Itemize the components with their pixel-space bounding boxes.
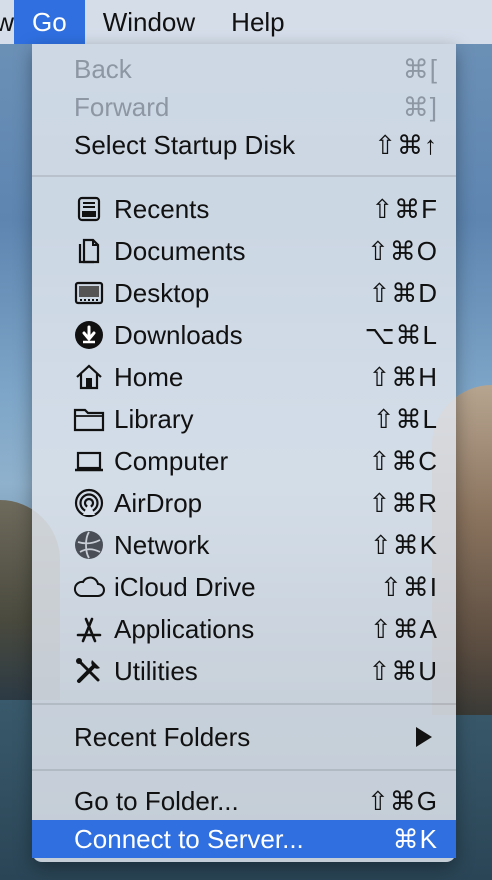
menu-item-downloads[interactable]: Downloads ⌥⌘L: [32, 314, 456, 356]
menubar-item-go[interactable]: Go: [14, 0, 85, 44]
menu-item-shortcut: ⇧⌘↑: [374, 129, 438, 160]
menu-item-shortcut: ⌘[: [402, 53, 438, 84]
menu-item-airdrop[interactable]: AirDrop ⇧⌘R: [32, 482, 456, 524]
menu-item-label: Documents: [114, 235, 246, 266]
menu-item-shortcut: ⇧⌘D: [368, 277, 438, 308]
menu-bar: w Go Window Help: [0, 0, 492, 44]
recents-icon: [72, 192, 106, 226]
menu-item-shortcut: ⇧⌘O: [366, 235, 438, 266]
documents-icon: [72, 234, 106, 268]
menu-item-documents[interactable]: Documents ⇧⌘O: [32, 230, 456, 272]
menu-item-shortcut: ⇧⌘A: [369, 613, 438, 644]
computer-icon: [72, 444, 106, 478]
menu-item-connect-to-server[interactable]: Connect to Server... ⌘K: [32, 820, 456, 858]
utilities-icon: [72, 654, 106, 688]
applications-icon: [72, 612, 106, 646]
menubar-item-window[interactable]: Window: [85, 0, 213, 44]
menu-item-shortcut: ⇧⌘I: [379, 571, 438, 602]
menu-item-label: Library: [114, 403, 194, 434]
menu-item-shortcut: ⌘K: [392, 823, 438, 854]
menu-item-label: Back: [74, 53, 132, 84]
menu-item-utilities[interactable]: Utilities ⇧⌘U: [32, 650, 456, 692]
menu-item-label: Go to Folder...: [74, 785, 239, 816]
downloads-icon: [72, 318, 106, 352]
desktop-icon: [72, 276, 106, 310]
menu-item-shortcut: ⇧⌘G: [366, 785, 438, 816]
menu-item-shortcut: ⇧⌘H: [368, 361, 438, 392]
menu-item-select-startup-disk[interactable]: Select Startup Disk ⇧⌘↑: [32, 126, 456, 164]
menu-item-network[interactable]: Network ⇧⌘K: [32, 524, 456, 566]
menu-item-recent-folders[interactable]: Recent Folders: [32, 716, 456, 758]
menu-item-forward[interactable]: Forward ⌘]: [32, 88, 456, 126]
go-menu: Back ⌘[ Forward ⌘] Select Startup Disk ⇧…: [32, 44, 456, 862]
menu-item-library[interactable]: Library ⇧⌘L: [32, 398, 456, 440]
menu-item-shortcut: ⌘]: [402, 91, 438, 122]
menu-item-shortcut: ⇧⌘R: [368, 487, 438, 518]
menu-item-label: Forward: [74, 91, 170, 122]
menu-item-label: Applications: [114, 613, 255, 644]
menu-item-shortcut: ⇧⌘F: [371, 193, 438, 224]
network-icon: [72, 528, 106, 562]
menu-item-icloud-drive[interactable]: iCloud Drive ⇧⌘I: [32, 566, 456, 608]
menu-separator: [32, 769, 456, 771]
menu-item-back[interactable]: Back ⌘[: [32, 50, 456, 88]
menu-item-label: Connect to Server...: [74, 823, 304, 854]
menu-item-home[interactable]: Home ⇧⌘H: [32, 356, 456, 398]
menu-item-label: Home: [114, 361, 184, 392]
menu-item-label: Downloads: [114, 319, 243, 350]
menu-item-go-to-folder[interactable]: Go to Folder... ⇧⌘G: [32, 782, 456, 820]
menu-item-label: Network: [114, 529, 210, 560]
menu-item-shortcut: ⇧⌘U: [368, 655, 438, 686]
menu-item-label: Select Startup Disk: [74, 129, 296, 160]
icloud-icon: [72, 570, 106, 604]
menu-item-label: Recent Folders: [74, 721, 251, 752]
menu-item-label: iCloud Drive: [114, 571, 256, 602]
library-icon: [72, 402, 106, 436]
menu-item-shortcut: ⇧⌘C: [368, 445, 438, 476]
menu-item-label: AirDrop: [114, 487, 203, 518]
menu-item-label: Computer: [114, 445, 229, 476]
menu-separator: [32, 175, 456, 177]
home-icon: [72, 360, 106, 394]
menu-item-shortcut: ⌥⌘L: [364, 319, 438, 350]
menubar-item-help[interactable]: Help: [213, 0, 302, 44]
menu-item-label: Utilities: [114, 655, 198, 686]
menu-item-desktop[interactable]: Desktop ⇧⌘D: [32, 272, 456, 314]
menu-item-shortcut: ⇧⌘L: [372, 403, 438, 434]
menubar-item-view[interactable]: w: [0, 0, 14, 44]
menu-item-recents[interactable]: Recents ⇧⌘F: [32, 188, 456, 230]
menu-separator: [32, 703, 456, 705]
menu-item-computer[interactable]: Computer ⇧⌘C: [32, 440, 456, 482]
menu-item-label: Recents: [114, 193, 210, 224]
menu-item-label: Desktop: [114, 277, 210, 308]
airdrop-icon: [72, 486, 106, 520]
submenu-arrow-icon: [416, 727, 432, 747]
menu-item-shortcut: ⇧⌘K: [369, 529, 438, 560]
menu-item-applications[interactable]: Applications ⇧⌘A: [32, 608, 456, 650]
